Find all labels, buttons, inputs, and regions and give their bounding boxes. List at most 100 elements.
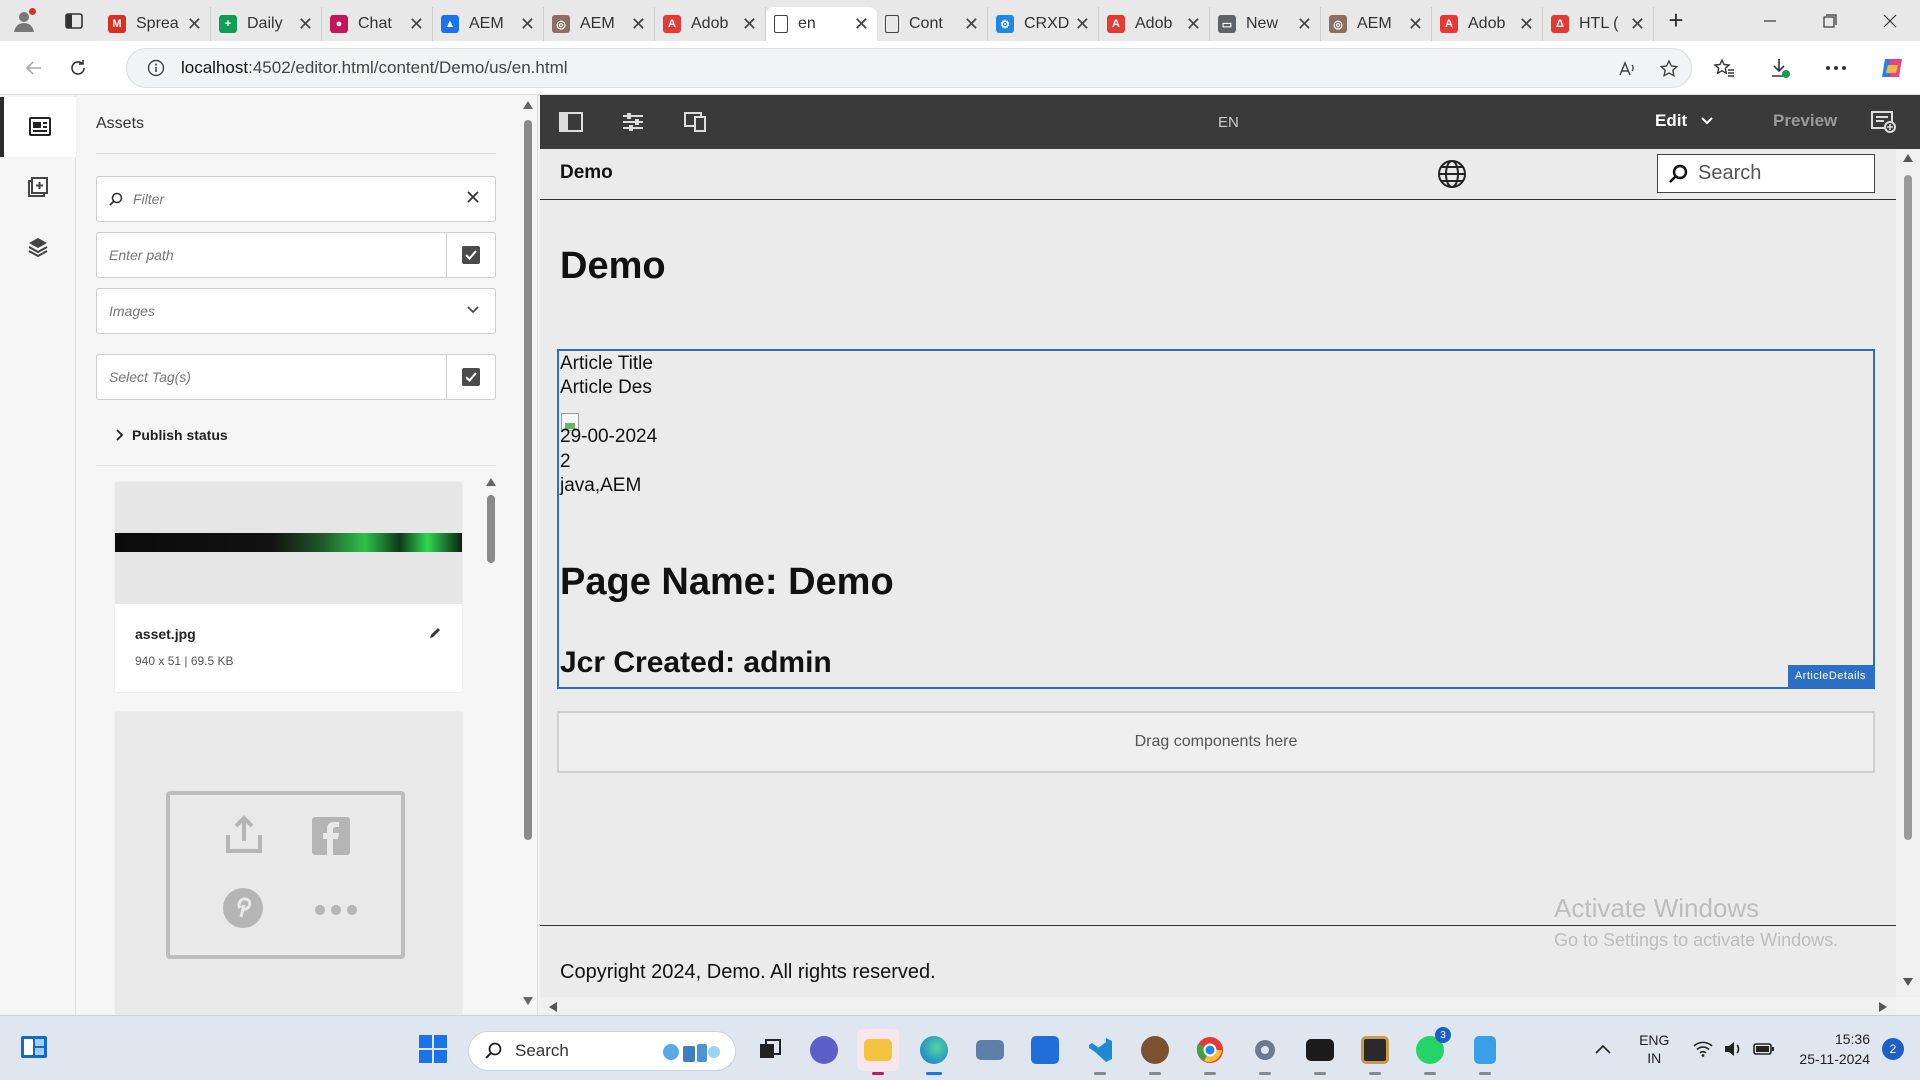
file-explorer-icon[interactable] xyxy=(857,1029,899,1075)
wifi-icon[interactable] xyxy=(1693,1041,1713,1057)
browser-tab[interactable]: Δ HTL (✕ xyxy=(1543,7,1654,41)
edge-icon[interactable] xyxy=(913,1029,955,1075)
whatsapp-icon[interactable]: 3 xyxy=(1409,1027,1451,1075)
site-info-icon[interactable] xyxy=(147,59,165,77)
scroll-up-arrow-icon[interactable] xyxy=(1902,153,1914,163)
browser-tab[interactable]: A Adob ✕ xyxy=(655,7,766,41)
site-search-input[interactable]: Search xyxy=(1657,154,1875,193)
content-tree-tab[interactable] xyxy=(0,217,76,277)
canvas-horizontal-scrollbar[interactable] xyxy=(540,997,1896,1015)
browser-tab-active[interactable]: en ✕ xyxy=(766,7,877,41)
scroll-left-arrow-icon[interactable] xyxy=(548,1001,558,1013)
back-icon[interactable] xyxy=(12,46,56,90)
close-tab-icon[interactable]: ✕ xyxy=(631,14,646,35)
windows-start-icon[interactable] xyxy=(418,1034,448,1064)
profile-icon[interactable] xyxy=(0,0,48,41)
tab-actions-icon[interactable] xyxy=(48,0,100,41)
tags-browse-button[interactable] xyxy=(446,355,495,399)
new-tab-button[interactable]: + xyxy=(1654,0,1698,41)
toggle-side-panel-icon[interactable] xyxy=(540,95,602,149)
close-tab-icon[interactable]: ✕ xyxy=(409,14,424,35)
close-tab-icon[interactable]: ✕ xyxy=(1075,14,1090,35)
close-window-icon[interactable] xyxy=(1860,0,1920,41)
article-details-component[interactable]: Article Title Article Des 29-00-2024 2 j… xyxy=(557,349,1875,689)
browser-tab[interactable]: Cont ✕ xyxy=(877,7,988,41)
browser-tab[interactable]: A Adob ✕ xyxy=(1099,7,1210,41)
notepad-icon[interactable] xyxy=(1464,1029,1506,1075)
vscode-icon[interactable] xyxy=(1079,1029,1121,1075)
remote-desktop-icon[interactable] xyxy=(969,1029,1011,1071)
browser-tab[interactable]: ◎ AEM ✕ xyxy=(544,7,655,41)
asset-card[interactable]: asset.jpg 940 x 51 | 69.5 KB xyxy=(115,482,462,692)
settings-gear-icon[interactable] xyxy=(1244,1029,1286,1075)
scroll-thumb[interactable] xyxy=(524,120,532,840)
reload-icon[interactable] xyxy=(56,46,100,90)
url-field[interactable]: localhost:4502/editor.html/content/Demo/… xyxy=(126,48,1692,88)
browser-tab[interactable]: ⚙ CRXD ✕ xyxy=(988,7,1099,41)
browser-tab[interactable]: ● Chat ✕ xyxy=(322,7,433,41)
app-icon[interactable] xyxy=(1354,1029,1396,1075)
downloads-icon[interactable] xyxy=(1752,41,1808,95)
publish-status-toggle[interactable]: Publish status xyxy=(116,427,228,443)
close-tab-icon[interactable]: ✕ xyxy=(854,14,869,35)
close-tab-icon[interactable]: ✕ xyxy=(742,14,757,35)
close-tab-icon[interactable]: ✕ xyxy=(298,14,313,35)
emulator-icon[interactable] xyxy=(664,95,726,149)
assets-tab[interactable] xyxy=(0,97,76,157)
widgets-icon[interactable] xyxy=(18,1031,54,1067)
favorite-star-icon[interactable] xyxy=(1659,59,1679,79)
restore-icon[interactable] xyxy=(1800,0,1860,41)
close-tab-icon[interactable]: ✕ xyxy=(1408,14,1423,35)
notification-count-badge[interactable]: 2 xyxy=(1882,1037,1904,1060)
browser-tab[interactable]: ▲ AEM ✕ xyxy=(433,7,544,41)
battery-icon[interactable] xyxy=(1753,1042,1775,1056)
favorites-icon[interactable] xyxy=(1696,41,1752,95)
browser-tab[interactable]: ▭ New ✕ xyxy=(1210,7,1321,41)
minimize-icon[interactable] xyxy=(1740,0,1800,41)
filter-input[interactable]: Filter xyxy=(96,176,496,222)
canvas-vertical-scrollbar[interactable] xyxy=(1896,149,1920,997)
close-tab-icon[interactable]: ✕ xyxy=(187,14,202,35)
close-tab-icon[interactable]: ✕ xyxy=(1297,14,1312,35)
path-browse-button[interactable] xyxy=(446,233,495,277)
read-aloud-icon[interactable] xyxy=(1617,59,1637,79)
clear-filter-icon[interactable] xyxy=(467,191,479,203)
components-tab[interactable] xyxy=(0,157,76,217)
tags-input[interactable]: Select Tag(s) xyxy=(96,354,496,400)
scroll-down-arrow-icon[interactable] xyxy=(522,996,534,1006)
volume-icon[interactable] xyxy=(1723,1041,1743,1057)
asset-card[interactable] xyxy=(115,712,462,1015)
close-tab-icon[interactable]: ✕ xyxy=(1519,14,1534,35)
terminal-icon[interactable] xyxy=(1299,1029,1341,1075)
show-hidden-icons-icon[interactable] xyxy=(1595,1044,1611,1054)
scroll-right-arrow-icon[interactable] xyxy=(1878,1001,1888,1013)
close-tab-icon[interactable]: ✕ xyxy=(1630,14,1645,35)
more-menu-icon[interactable] xyxy=(1808,41,1864,95)
scroll-up-arrow-icon[interactable] xyxy=(485,477,497,487)
input-language[interactable]: ENG IN xyxy=(1639,1031,1669,1067)
scroll-up-arrow-icon[interactable] xyxy=(522,100,534,110)
browser-tab[interactable]: M Sprea ✕ xyxy=(100,7,211,41)
mode-selector[interactable]: Edit xyxy=(1655,111,1713,131)
path-input[interactable]: Enter path xyxy=(96,232,496,278)
app-icon[interactable] xyxy=(1134,1029,1176,1075)
close-tab-icon[interactable]: ✕ xyxy=(520,14,535,35)
browser-tab[interactable]: ◎ AEM ✕ xyxy=(1321,7,1432,41)
scroll-thumb[interactable] xyxy=(487,495,495,563)
annotations-icon[interactable] xyxy=(1870,110,1896,134)
taskbar-search-input[interactable]: Search xyxy=(468,1031,736,1071)
preview-button[interactable]: Preview xyxy=(1773,111,1837,131)
browser-tab[interactable]: + Daily ✕ xyxy=(211,7,322,41)
scroll-down-arrow-icon[interactable] xyxy=(1902,977,1914,987)
teams-chat-icon[interactable] xyxy=(803,1029,845,1071)
browser-tab[interactable]: A Adob ✕ xyxy=(1432,7,1543,41)
scroll-thumb[interactable] xyxy=(1904,175,1912,840)
store-icon[interactable] xyxy=(1024,1029,1066,1071)
site-brand[interactable]: Demo xyxy=(560,162,613,184)
page-title[interactable]: Demo xyxy=(560,245,666,288)
close-tab-icon[interactable]: ✕ xyxy=(1186,14,1201,35)
clock[interactable]: 15:36 25-11-2024 xyxy=(1799,1029,1870,1069)
edit-pencil-icon[interactable] xyxy=(428,626,442,640)
chrome-icon[interactable] xyxy=(1189,1029,1231,1075)
page-properties-icon[interactable] xyxy=(602,95,664,149)
